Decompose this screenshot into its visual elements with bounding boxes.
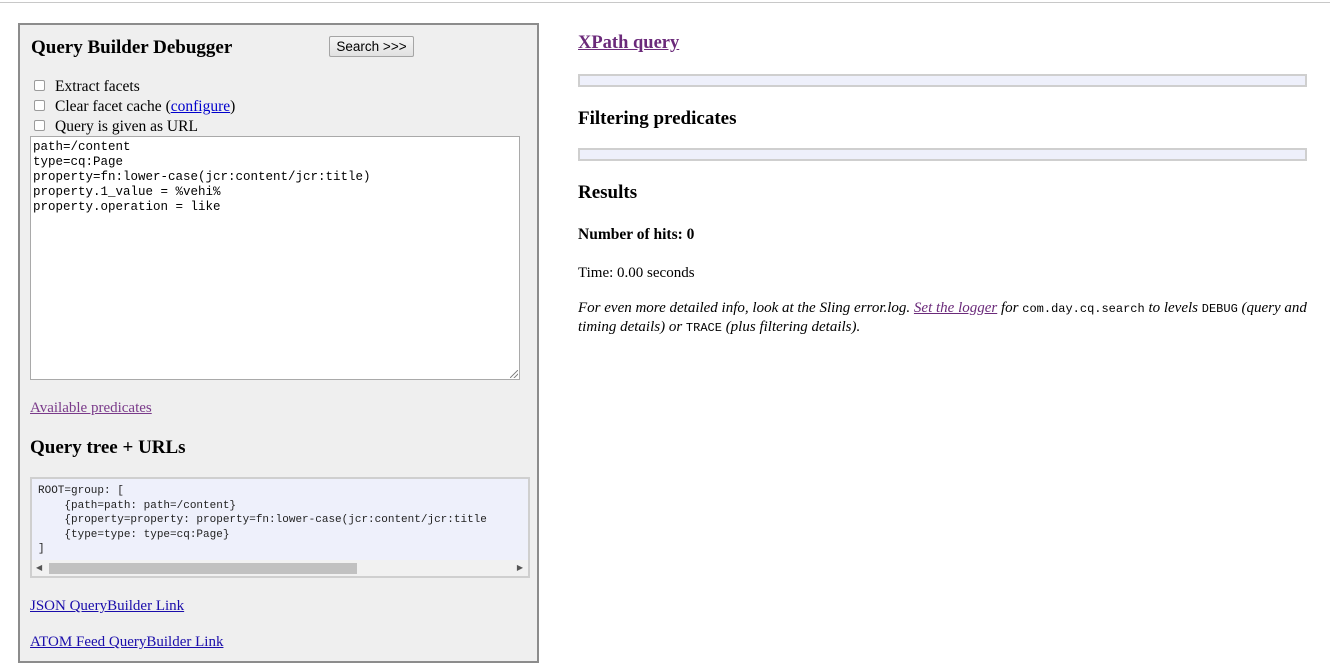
query-tree-box: ROOT=group: [ {path=path: path=/content}… [30,477,530,578]
query-as-url-option: Query is given as URL [34,118,198,136]
search-button[interactable]: Search >>> [329,36,414,57]
atom-feed-querybuilder-link[interactable]: ATOM Feed QueryBuilder Link [30,634,223,651]
set-logger-link[interactable]: Set the logger [914,300,997,316]
available-predicates-link[interactable]: Available predicates [30,400,152,417]
scrollbar-thumb[interactable] [49,563,357,574]
results-heading: Results [578,182,638,203]
filtering-predicates-box [578,148,1307,161]
query-tree-text: ROOT=group: [ {path=path: path=/content}… [38,485,487,555]
query-as-url-label: Query is given as URL [55,118,198,135]
clear-facet-cache-label: Clear facet cache (configure) [55,98,236,115]
query-textarea[interactable]: path=/content type=cq:Page property=fn:l… [30,136,520,380]
extract-facets-label: Extract facets [55,78,140,95]
xpath-query-link[interactable]: XPath query [578,33,679,54]
horizontal-scrollbar[interactable]: ◀ ▶ [32,560,528,576]
clear-facet-cache-option: Clear facet cache (configure) [34,98,235,116]
json-querybuilder-link[interactable]: JSON QueryBuilder Link [30,598,184,615]
filtering-predicates-heading: Filtering predicates [578,108,737,129]
extract-facets-option: Extract facets [34,78,140,96]
panel-title: Query Builder Debugger [31,37,233,58]
scroll-left-icon[interactable]: ◀ [36,563,42,572]
query-tree-title: Query tree + URLs [30,437,186,458]
scroll-right-icon[interactable]: ▶ [517,563,523,572]
top-divider [0,2,1330,3]
logging-info: For even more detailed info, look at the… [578,300,1307,335]
configure-link[interactable]: configure [171,98,230,115]
extract-facets-checkbox[interactable] [34,79,45,91]
number-of-hits: Number of hits: 0 [578,226,695,243]
query-time: Time: 0.00 seconds [578,265,695,281]
xpath-query-box [578,74,1307,87]
clear-facet-cache-checkbox[interactable] [34,99,45,111]
query-builder-panel: Query Builder Debugger Search >>> Extrac… [18,23,539,663]
query-as-url-checkbox[interactable] [34,119,45,131]
